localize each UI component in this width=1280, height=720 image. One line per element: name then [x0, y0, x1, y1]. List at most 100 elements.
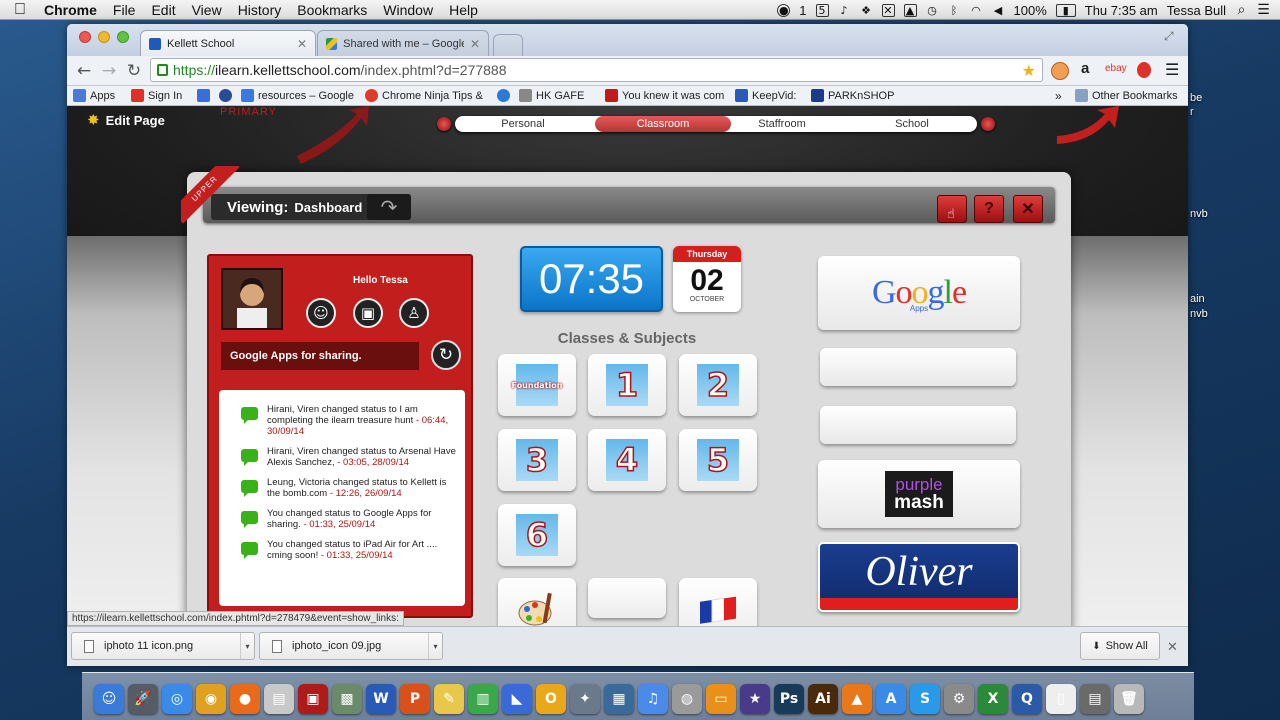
menu-history[interactable]: History — [230, 0, 290, 20]
extension-face-icon[interactable] — [1051, 62, 1069, 80]
menu-app-name[interactable]: Chrome — [36, 0, 105, 20]
group-icon[interactable]: ♙ — [399, 298, 429, 328]
menubar-clock[interactable]: Thu 7:35 am — [1085, 3, 1158, 18]
itunes-icon[interactable]: ♫ — [638, 684, 668, 714]
system-preferences-icon[interactable]: ⚙ — [944, 684, 974, 714]
forward-arrow-icon[interactable]: → — [98, 60, 120, 82]
desktop-label[interactable]: nvb — [1190, 208, 1208, 220]
menu-view[interactable]: View — [184, 0, 230, 20]
wifi-icon[interactable]: ◠ — [970, 4, 983, 17]
close-panel-button[interactable]: ✕ — [1013, 195, 1043, 223]
art-subject-tile[interactable] — [498, 578, 576, 626]
close-box-icon[interactable]: ✕ — [881, 3, 895, 17]
class-tile-4[interactable]: 4 — [588, 429, 666, 491]
powerpoint-icon[interactable]: P — [400, 684, 430, 714]
bookmark-you-knew[interactable]: You knew it was com — [599, 89, 729, 102]
google-apps-tile[interactable]: Google Apps — [818, 256, 1020, 330]
bookmark-google[interactable] — [191, 89, 213, 102]
firefox-icon[interactable]: ● — [230, 684, 260, 714]
evernote-icon[interactable]: 5 — [815, 3, 829, 17]
minimize-window-button[interactable] — [98, 31, 110, 43]
more-bookmarks-chevron-icon[interactable]: » — [1055, 89, 1062, 103]
new-tab-button[interactable] — [493, 34, 523, 56]
chrome-menu-icon[interactable]: ☰ — [1165, 60, 1179, 79]
desktop-label[interactable]: r — [1190, 106, 1194, 118]
help-button[interactable]: ? — [974, 195, 1004, 223]
launchpad-icon[interactable]: 🚀 — [128, 684, 158, 714]
bookmark-apps[interactable]: Apps — [67, 89, 125, 102]
bookmark-sync[interactable] — [213, 89, 235, 102]
bell-icon[interactable]: ♪ — [838, 4, 851, 17]
apple-menu-icon[interactable]:  — [0, 0, 36, 20]
french-subject-tile[interactable] — [679, 578, 757, 626]
nav-personal[interactable]: Personal — [455, 116, 591, 132]
class-tile-5[interactable]: 5 — [679, 429, 757, 491]
menubar-user[interactable]: Tessa Bull — [1167, 3, 1226, 18]
other-bookmarks[interactable]: Other Bookmarks — [1069, 89, 1187, 102]
class-tile-3[interactable]: 3 — [498, 429, 576, 491]
edit-page-button[interactable]: ✸ Edit Page — [87, 108, 183, 132]
finder-icon[interactable]: ☺ — [94, 684, 124, 714]
illustrator-icon[interactable]: Ai — [808, 684, 838, 714]
trash-icon[interactable]: 🗑 — [1114, 684, 1144, 714]
document-icon[interactable]: ▯ — [1046, 684, 1076, 714]
time-machine-icon[interactable]: ◷ — [926, 4, 939, 17]
address-bar[interactable]: https://ilearn.kellettschool.com/index.p… — [150, 58, 1043, 82]
zoom-window-button[interactable] — [117, 31, 129, 43]
desktop-label[interactable]: nvb — [1190, 308, 1208, 320]
excel-icon[interactable]: X — [978, 684, 1008, 714]
close-window-button[interactable] — [79, 31, 91, 43]
nav-school[interactable]: School — [847, 116, 977, 132]
safari-icon[interactable]: ◎ — [162, 684, 192, 714]
tab-kellett-school[interactable]: Kellett School ✕ — [140, 30, 316, 56]
chrome-icon[interactable]: ◉ — [196, 684, 226, 714]
preview-icon[interactable]: ▤ — [264, 684, 294, 714]
bookmark-parknshop[interactable]: PARKnSHOP — [805, 89, 897, 102]
notification-center-icon[interactable]: ☰ — [1257, 2, 1270, 18]
back-arrow-icon[interactable]: ← — [73, 60, 95, 82]
class-tile-foundation[interactable]: Foundation — [498, 354, 576, 416]
bookmark-star-icon[interactable]: ★ — [1022, 61, 1036, 80]
show-all-downloads-button[interactable]: ⬇ Show All — [1080, 632, 1160, 660]
empty-app-tile[interactable] — [820, 406, 1016, 444]
spotlight-search-icon[interactable]: ⌕ — [1235, 2, 1248, 18]
apple-extension-icon[interactable] — [1137, 62, 1151, 78]
avatar[interactable] — [221, 268, 283, 330]
record-icon[interactable]: ● — [777, 3, 791, 17]
amazon-extension-icon[interactable]: a — [1081, 60, 1089, 77]
close-tab-icon[interactable]: ✕ — [470, 37, 480, 51]
numbers-icon[interactable]: ▥ — [468, 684, 498, 714]
quicktime-icon[interactable]: Q — [1012, 684, 1042, 714]
class-tile-1[interactable]: 1 — [588, 354, 666, 416]
smiley-icon[interactable]: ☺ — [306, 298, 336, 328]
oliver-library-tile[interactable]: Oliver — [818, 542, 1020, 612]
notes-icon[interactable]: ✎ — [434, 684, 464, 714]
ibooks-icon[interactable]: ▭ — [706, 684, 736, 714]
empty-subject-tile[interactable] — [588, 578, 666, 618]
bluetooth-icon[interactable]: ᛒ — [948, 4, 961, 17]
vlc-icon[interactable]: ▲ — [842, 684, 872, 714]
iphoto-2-icon[interactable]: ▦ — [604, 684, 634, 714]
tab-google-drive[interactable]: Shared with me – Google Drive ✕ — [317, 30, 489, 56]
keynote-icon[interactable]: ◣ — [502, 684, 532, 714]
skype-icon[interactable]: S — [910, 684, 940, 714]
photo-booth-icon[interactable]: ▣ — [298, 684, 328, 714]
class-tile-2[interactable]: 2 — [679, 354, 757, 416]
iphoto-icon[interactable]: ▩ — [332, 684, 362, 714]
nav-classroom[interactable]: Classroom — [595, 116, 731, 132]
imovie-icon[interactable]: ★ — [740, 684, 770, 714]
dropbox-icon[interactable]: ❖ — [860, 4, 873, 17]
purple-mash-tile[interactable]: purple mash — [818, 460, 1020, 528]
desktop-label[interactable]: ain — [1190, 293, 1205, 305]
battery-percent[interactable]: 100% — [1014, 3, 1047, 18]
nav-right-dot-icon[interactable] — [981, 117, 995, 131]
close-downloads-icon[interactable]: ✕ — [1167, 639, 1178, 655]
system-camera-icon[interactable]: ◍ — [672, 684, 702, 714]
nav-staffroom[interactable]: Staffroom — [717, 116, 847, 132]
ebay-extension-icon[interactable]: ebay — [1105, 63, 1127, 74]
fullscreen-icon[interactable]: ⤢ — [1164, 29, 1174, 44]
desktop-label[interactable]: be — [1190, 92, 1202, 104]
bookmark-chrome-ninja[interactable]: Chrome Ninja Tips & — [359, 89, 491, 102]
dropdown-arrow-icon[interactable]: ▾ — [428, 633, 442, 659]
refresh-status-icon[interactable]: ↻ — [431, 340, 461, 370]
